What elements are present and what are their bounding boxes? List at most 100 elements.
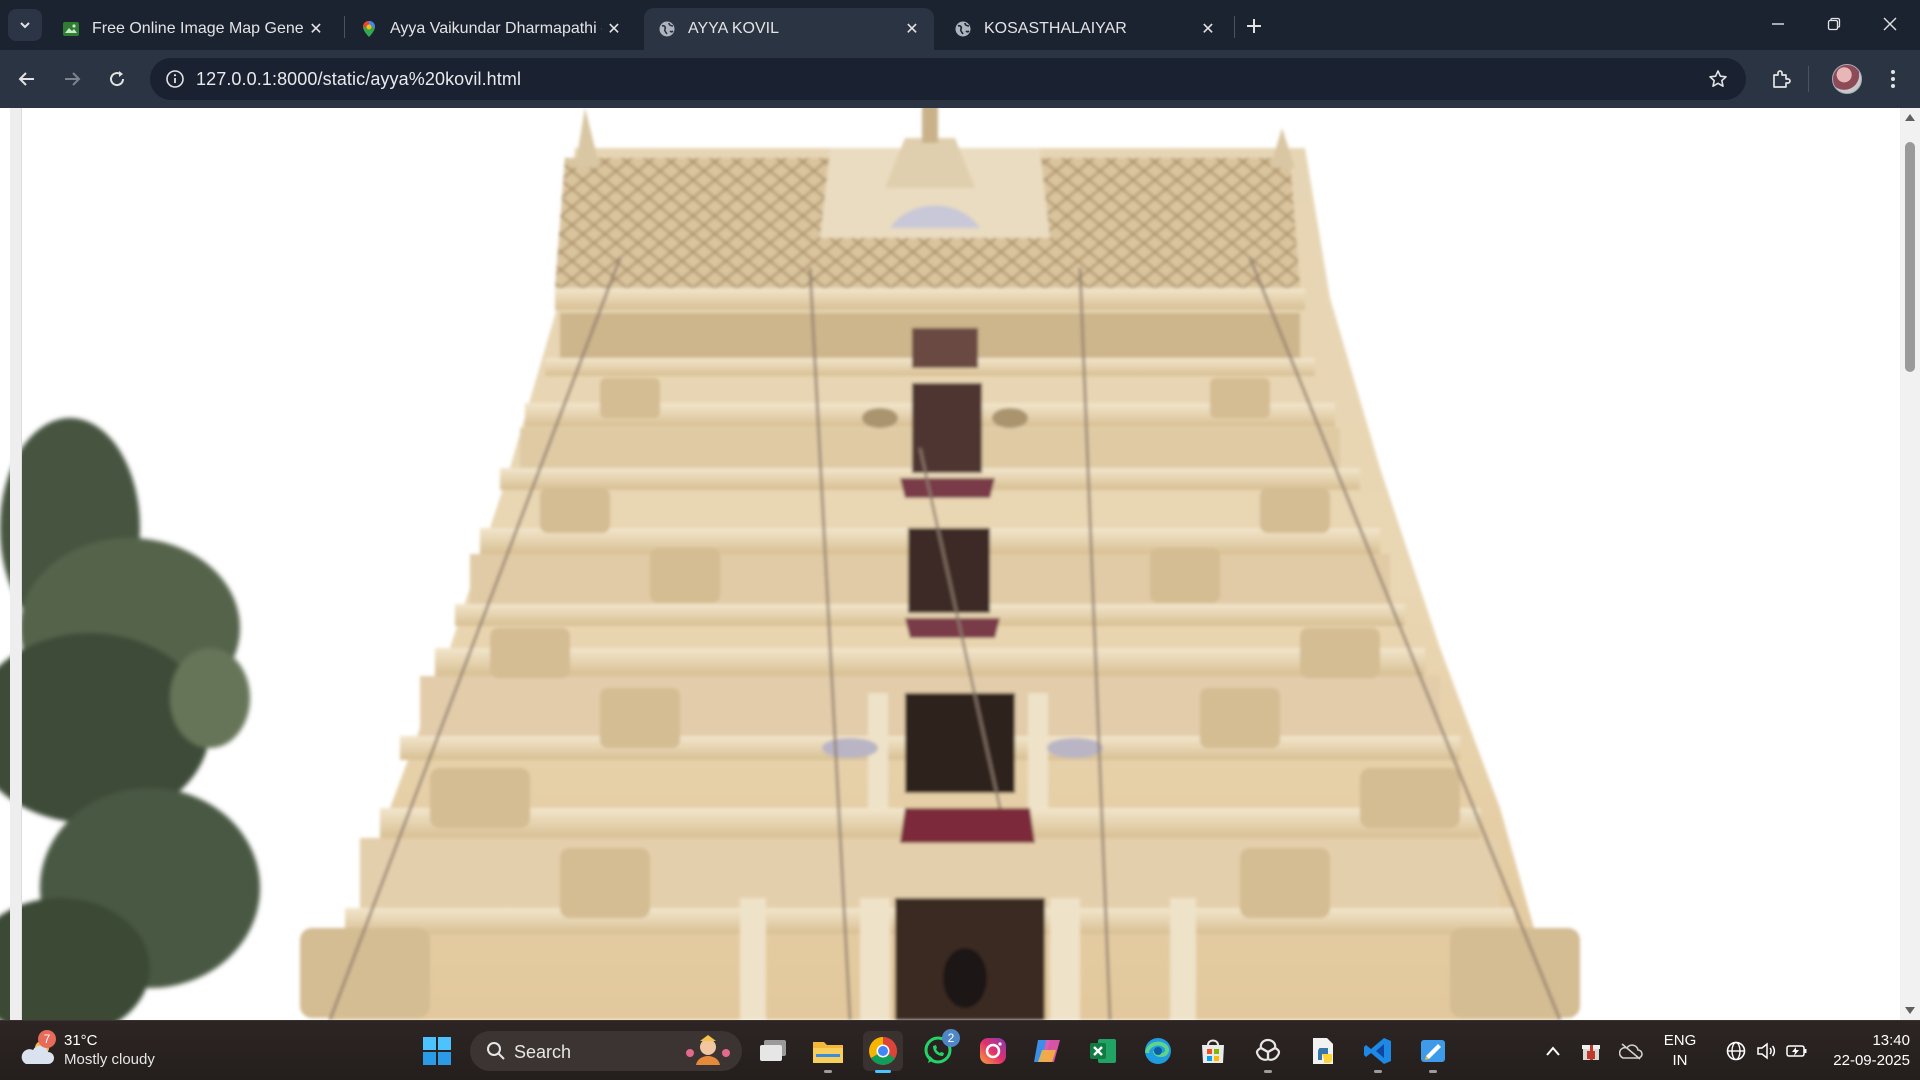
excel-button[interactable] xyxy=(1083,1031,1123,1071)
chatgpt-button[interactable] xyxy=(1248,1031,1288,1073)
start-button[interactable] xyxy=(417,1031,457,1071)
quick-settings-button[interactable] xyxy=(1712,1031,1822,1071)
paint-button[interactable] xyxy=(1413,1031,1453,1073)
folder-icon xyxy=(813,1042,843,1063)
back-button[interactable] xyxy=(10,62,44,96)
task-view-button[interactable] xyxy=(753,1031,793,1071)
close-icon xyxy=(1883,17,1897,31)
browser-menu-button[interactable] xyxy=(1876,62,1910,96)
scroll-down-icon[interactable] xyxy=(1904,1006,1916,1016)
close-window-button[interactable] xyxy=(1862,0,1918,48)
chevron-up-icon xyxy=(1546,1046,1560,1056)
running-indicator xyxy=(1264,1070,1272,1073)
task-view-icon xyxy=(760,1040,786,1061)
vscode-icon xyxy=(1364,1038,1391,1064)
edge-icon xyxy=(1145,1038,1171,1064)
url-text[interactable]: 127.0.0.1:8000/static/ayya%20kovil.html xyxy=(196,69,521,90)
store-icon xyxy=(1202,1039,1224,1063)
tab-title: KOSASTHALAIYAR xyxy=(984,20,1127,37)
chrome-icon xyxy=(869,1037,897,1065)
globe-icon xyxy=(954,20,972,38)
more-vert-icon xyxy=(1891,70,1895,88)
edge-button[interactable] xyxy=(1138,1031,1178,1071)
python-button[interactable] xyxy=(1303,1031,1343,1071)
python-file-icon xyxy=(1313,1038,1333,1064)
globe-icon xyxy=(658,20,676,38)
plus-icon xyxy=(1247,19,1261,33)
clock-time: 13:40 xyxy=(1872,1032,1910,1049)
region-code: IN xyxy=(1672,1052,1688,1069)
tab-kosasthalaiyar[interactable]: KOSASTHALAIYAR ✕ xyxy=(940,8,1230,50)
forward-button[interactable] xyxy=(55,62,89,96)
language-code: ENG xyxy=(1663,1032,1697,1049)
weather-alert-badge: 7 xyxy=(38,1030,56,1048)
arrow-left-icon xyxy=(18,72,34,86)
new-tab-button[interactable] xyxy=(1240,12,1268,40)
bookmark-star-icon[interactable] xyxy=(1704,65,1732,93)
cloud-offline-icon xyxy=(1619,1043,1643,1060)
close-icon[interactable]: ✕ xyxy=(602,17,626,41)
extensions-button[interactable] xyxy=(1764,62,1798,96)
close-icon[interactable]: ✕ xyxy=(304,17,328,41)
tab-ayya-kovil[interactable]: AYYA KOVIL ✕ xyxy=(644,8,934,50)
vertical-scrollbar[interactable] xyxy=(1900,108,1920,1020)
excel-icon xyxy=(1090,1039,1116,1063)
weather-widget[interactable]: 7 31°C Mostly cloudy xyxy=(20,1030,190,1072)
running-indicator xyxy=(875,1070,891,1073)
battery-charging-icon xyxy=(1786,1045,1807,1057)
minimize-button[interactable] xyxy=(1750,0,1806,48)
whatsapp-button[interactable]: 2 xyxy=(918,1029,960,1071)
tab-search-button[interactable] xyxy=(8,9,42,41)
copilot-button[interactable] xyxy=(1028,1031,1068,1071)
running-indicator xyxy=(1429,1070,1437,1073)
address-bar[interactable]: 127.0.0.1:8000/static/ayya%20kovil.html xyxy=(150,58,1746,100)
tab-strip: Free Online Image Map Genera ✕ Ayya Vaik… xyxy=(0,0,1920,50)
tab-ayya-maps[interactable]: Ayya Vaikundar Dharmapathi - G ✕ xyxy=(346,8,636,50)
clock[interactable]: 13:40 22-09-2025 xyxy=(1814,1032,1910,1069)
maps-pin-icon xyxy=(360,20,378,38)
file-explorer-button[interactable] xyxy=(808,1031,848,1073)
running-indicator xyxy=(824,1070,832,1073)
site-info-icon[interactable] xyxy=(160,64,190,94)
search-highlight-icon xyxy=(686,1035,730,1065)
notification-badge: 2 xyxy=(942,1029,960,1047)
reload-icon xyxy=(110,71,125,87)
tree-foliage xyxy=(0,418,260,1020)
running-indicator xyxy=(1374,1070,1382,1073)
arrow-right-icon xyxy=(65,72,81,86)
tray-app-icon[interactable] xyxy=(1573,1031,1609,1071)
tab-title: Ayya Vaikundar Dharmapathi - G xyxy=(390,20,602,37)
chrome-button[interactable] xyxy=(863,1031,903,1073)
microsoft-store-button[interactable] xyxy=(1193,1031,1233,1071)
taskbar-search[interactable]: Search xyxy=(470,1031,742,1071)
tab-separator xyxy=(1234,16,1235,38)
show-hidden-icons-button[interactable] xyxy=(1533,1031,1573,1071)
scroll-up-icon[interactable] xyxy=(1904,112,1916,122)
tab-title: Free Online Image Map Genera xyxy=(92,20,304,37)
gift-icon xyxy=(1582,1045,1600,1060)
instagram-button[interactable] xyxy=(973,1031,1013,1071)
profile-avatar[interactable] xyxy=(1832,64,1862,94)
vscode-button[interactable] xyxy=(1358,1031,1398,1073)
chatgpt-icon xyxy=(1255,1038,1281,1061)
clock-date: 22-09-2025 xyxy=(1833,1052,1910,1069)
tab-image-map[interactable]: Free Online Image Map Genera ✕ xyxy=(48,8,338,50)
restore-button[interactable] xyxy=(1806,0,1862,48)
close-icon[interactable]: ✕ xyxy=(900,17,924,41)
minimize-icon xyxy=(1772,23,1784,25)
chevron-down-icon xyxy=(20,22,30,29)
tab-title: AYYA KOVIL xyxy=(688,20,780,37)
input-language-indicator[interactable]: ENG IN xyxy=(1656,1032,1704,1069)
windows-logo-icon xyxy=(423,1037,451,1065)
close-icon[interactable]: ✕ xyxy=(1196,17,1220,41)
paint-icon xyxy=(1421,1040,1445,1062)
volume-icon xyxy=(1757,1042,1776,1060)
scrollbar-thumb[interactable] xyxy=(1905,142,1915,372)
network-globe-icon xyxy=(1726,1041,1746,1061)
reload-button[interactable] xyxy=(100,62,134,96)
page-viewport xyxy=(0,108,1920,1020)
puzzle-icon xyxy=(1773,70,1791,88)
image-map-icon xyxy=(62,20,80,38)
restore-icon xyxy=(1827,17,1841,31)
onedrive-button[interactable] xyxy=(1613,1031,1649,1071)
